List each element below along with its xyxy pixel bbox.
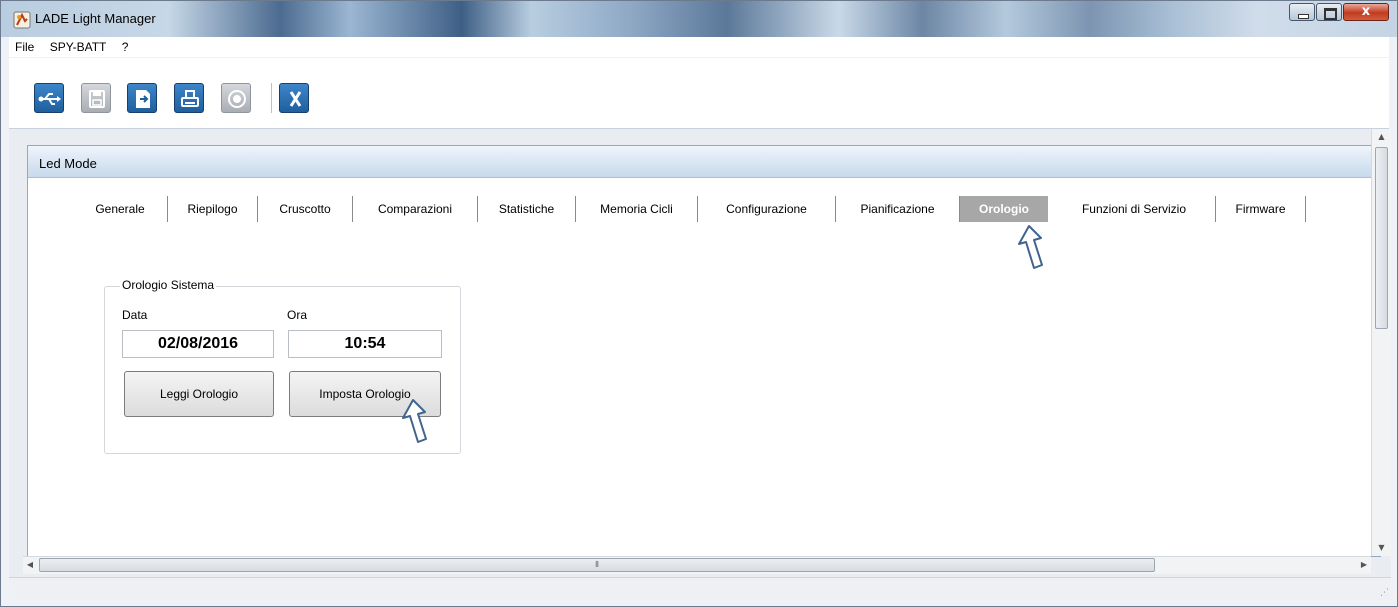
time-field[interactable]: 10:54 (288, 330, 442, 358)
tab-generale[interactable]: Generale (73, 196, 168, 222)
scroll-left-icon[interactable]: ◀ (23, 557, 37, 573)
tab-orologio[interactable]: Orologio (960, 196, 1048, 222)
close-icon: x (1361, 4, 1371, 19)
title-bar[interactable]: LADE Light Manager x (1, 1, 1397, 37)
date-field[interactable]: 02/08/2016 (122, 330, 274, 358)
export-button[interactable] (127, 83, 157, 113)
app-icon (13, 11, 31, 29)
record-button[interactable] (221, 83, 251, 113)
tab-memoria-cicli[interactable]: Memoria Cicli (576, 196, 698, 222)
pointer-arrow-icon (1018, 225, 1043, 269)
status-bar: ⋰ (9, 577, 1391, 600)
scroll-right-icon[interactable]: ▶ (1357, 557, 1371, 573)
toolbar (9, 58, 1389, 129)
pointer-arrow-icon-2 (402, 399, 427, 443)
panel-title: Led Mode (28, 146, 1380, 178)
print-button[interactable] (174, 83, 204, 113)
resize-grip-icon[interactable]: ⋰ (1380, 588, 1389, 598)
close-x-icon (289, 91, 302, 107)
close-button[interactable]: x (1343, 3, 1389, 21)
led-mode-panel: Led Mode Generale Riepilogo Cruscotto Co… (27, 145, 1381, 557)
app-window: LADE Light Manager x File SPY-BATT ? Led… (0, 0, 1398, 607)
window-title: LADE Light Manager (35, 11, 156, 26)
tab-funzioni-di-servizio[interactable]: Funzioni di Servizio (1053, 196, 1216, 222)
save-button[interactable] (81, 83, 111, 113)
horizontal-scrollbar[interactable]: ◀ ⦀ ▶ (23, 556, 1371, 574)
horizontal-scroll-thumb[interactable]: ⦀ (39, 558, 1155, 572)
scroll-up-icon[interactable]: ▲ (1372, 129, 1391, 145)
tab-comparazioni[interactable]: Comparazioni (353, 196, 478, 222)
record-icon (228, 90, 246, 108)
clock-group-title: Orologio Sistema (120, 278, 217, 292)
tab-cruscotto[interactable]: Cruscotto (258, 196, 353, 222)
save-icon (89, 90, 105, 108)
tab-riepilogo[interactable]: Riepilogo (168, 196, 258, 222)
time-label: Ora (287, 308, 308, 322)
tab-statistiche[interactable]: Statistiche (478, 196, 576, 222)
menu-spy-batt[interactable]: SPY-BATT (44, 37, 113, 54)
window-controls: x (1288, 3, 1389, 21)
print-icon (181, 90, 199, 107)
client-area: Led Mode Generale Riepilogo Cruscotto Co… (9, 129, 1391, 600)
scroll-down-icon[interactable]: ▼ (1372, 540, 1391, 556)
vertical-scrollbar[interactable]: ▲ ▼ (1371, 129, 1391, 556)
exit-button[interactable] (279, 83, 309, 113)
vertical-scroll-thumb[interactable] (1375, 147, 1388, 329)
maximize-button[interactable] (1316, 3, 1342, 21)
tab-firmware[interactable]: Firmware (1216, 196, 1306, 222)
menu-file[interactable]: File (9, 37, 40, 54)
tab-configurazione[interactable]: Configurazione (698, 196, 836, 222)
tab-pianificazione[interactable]: Pianificazione (836, 196, 960, 222)
date-label: Data (122, 308, 148, 322)
usb-icon (38, 93, 61, 105)
minimize-button[interactable] (1289, 3, 1315, 21)
read-clock-button[interactable]: Leggi Orologio (124, 371, 274, 417)
toolbar-separator (271, 83, 272, 113)
tab-strip: Generale Riepilogo Cruscotto Comparazion… (28, 196, 1380, 226)
menu-help[interactable]: ? (116, 37, 135, 54)
export-icon (136, 90, 150, 108)
menu-bar: File SPY-BATT ? (9, 37, 1389, 57)
usb-button[interactable] (34, 83, 64, 113)
